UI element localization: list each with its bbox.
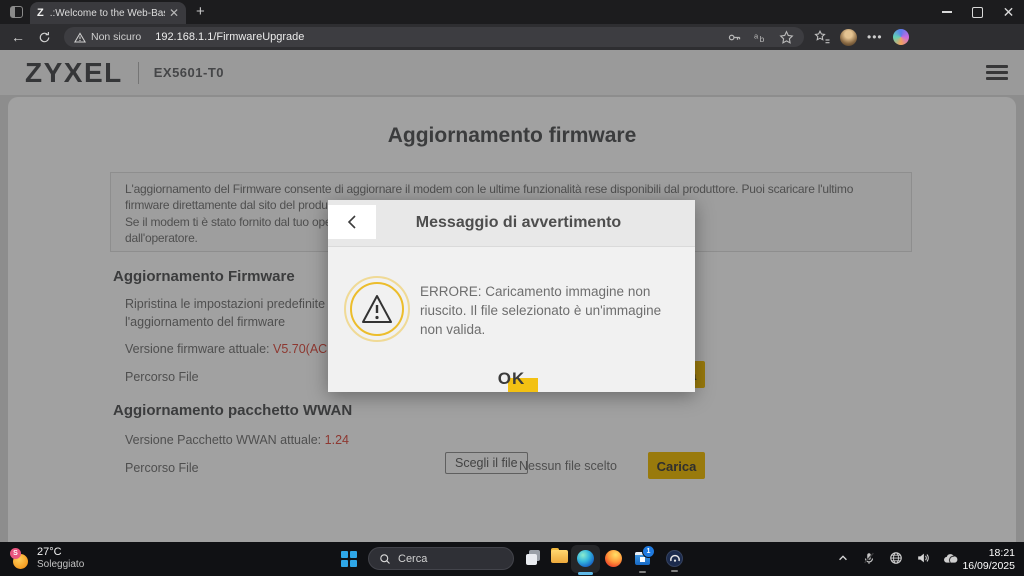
new-tab-button[interactable]: + <box>196 3 205 20</box>
modal-header: Messaggio di avvertimento <box>328 200 695 247</box>
weather-widget[interactable]: S 27°C Soleggiato <box>10 546 84 571</box>
clock-time: 18:21 <box>962 547 1015 560</box>
hidden-icons-chevron-icon[interactable] <box>837 552 849 564</box>
maximize-button[interactable] <box>962 0 993 24</box>
modal-footer: OK <box>328 369 695 389</box>
store-running-indicator <box>639 571 646 574</box>
file-explorer-icon[interactable] <box>550 551 570 571</box>
address-bar[interactable]: Non sicuro 192.168.1.1/FirmwareUpgrade a… <box>64 27 804 47</box>
edge-browser-icon[interactable] <box>571 545 600 573</box>
security-label: Non sicuro <box>91 31 141 43</box>
microsoft-store-icon[interactable]: 1 <box>634 550 651 566</box>
maximize-icon <box>972 7 983 18</box>
gauge-app-icon[interactable] <box>666 550 683 567</box>
modal-error-message: ERRORE: Caricamento immagine non riuscit… <box>420 282 672 339</box>
modal-ok-button[interactable]: OK <box>494 369 530 389</box>
refresh-icon[interactable] <box>38 31 51 44</box>
weather-temp: 27°C <box>37 546 84 559</box>
weather-sun-icon: S <box>10 548 30 570</box>
gauge-running-indicator <box>671 570 678 573</box>
svg-text:b: b <box>760 34 765 44</box>
url-text: 192.168.1.1/FirmwareUpgrade <box>155 31 719 43</box>
firefox-icon[interactable] <box>605 550 622 567</box>
tab-close-icon[interactable]: ✕ <box>169 7 179 19</box>
window-controls: ✕ <box>931 0 1024 24</box>
back-chevron-icon <box>346 214 358 230</box>
toolbar-right: ••• <box>814 29 909 46</box>
browser-titlebar: Z .:Welcome to the Web-Based Co ✕ + ✕ <box>0 0 1024 24</box>
profile-avatar[interactable] <box>840 29 857 46</box>
minimize-icon <box>942 11 952 13</box>
windows-taskbar: S 27°C Soleggiato Cerca 1 <box>0 542 1024 576</box>
modal-back-button[interactable] <box>328 205 376 239</box>
tab-title: .:Welcome to the Web-Based Co <box>50 8 165 19</box>
svg-text:a: a <box>754 31 759 40</box>
copilot-icon[interactable] <box>893 29 909 45</box>
browser-tab[interactable]: Z .:Welcome to the Web-Based Co ✕ <box>30 2 186 24</box>
minimize-button[interactable] <box>931 0 962 24</box>
weather-condition: Soleggiato <box>37 559 84 571</box>
warning-triangle-icon <box>360 293 394 325</box>
taskbar-clock[interactable]: 18:21 16/09/2025 <box>962 547 1015 572</box>
system-tray <box>837 551 958 565</box>
favorite-star-icon[interactable] <box>779 30 794 45</box>
browser-menu-icon[interactable]: ••• <box>867 30 883 44</box>
close-button[interactable]: ✕ <box>993 0 1024 24</box>
browser-toolbar: ← Non sicuro 192.168.1.1/FirmwareUpgrade… <box>0 24 1024 50</box>
collections-icon[interactable] <box>814 29 830 45</box>
not-secure-warning-icon <box>74 32 86 43</box>
network-globe-icon[interactable] <box>889 551 903 565</box>
warning-icon <box>344 276 410 342</box>
warning-modal: Messaggio di avvertimento ERRORE: Carica… <box>328 200 695 392</box>
back-icon[interactable]: ← <box>11 29 25 45</box>
mic-muted-icon[interactable] <box>862 551 876 565</box>
screen: Z .:Welcome to the Web-Based Co ✕ + ✕ ← … <box>0 0 1024 576</box>
search-placeholder: Cerca <box>398 553 427 565</box>
volume-icon[interactable] <box>916 551 930 565</box>
clock-date: 16/09/2025 <box>962 560 1015 573</box>
translate-icon[interactable]: ab <box>753 30 768 45</box>
address-bar-icons: ab <box>727 30 794 45</box>
taskbar-search[interactable]: Cerca <box>368 547 514 570</box>
store-notification-badge: 1 <box>642 545 655 558</box>
start-button[interactable] <box>341 551 357 567</box>
edge-active-indicator <box>578 572 593 575</box>
modal-title: Messaggio di avvertimento <box>416 214 621 232</box>
search-icon <box>379 553 391 565</box>
site-favicon: Z <box>37 7 44 19</box>
task-view-icon[interactable] <box>525 549 545 569</box>
password-key-icon[interactable] <box>727 30 742 45</box>
onedrive-cloud-icon[interactable] <box>943 552 958 565</box>
tab-workspaces-icon[interactable] <box>10 6 23 18</box>
close-icon: ✕ <box>1003 5 1015 19</box>
